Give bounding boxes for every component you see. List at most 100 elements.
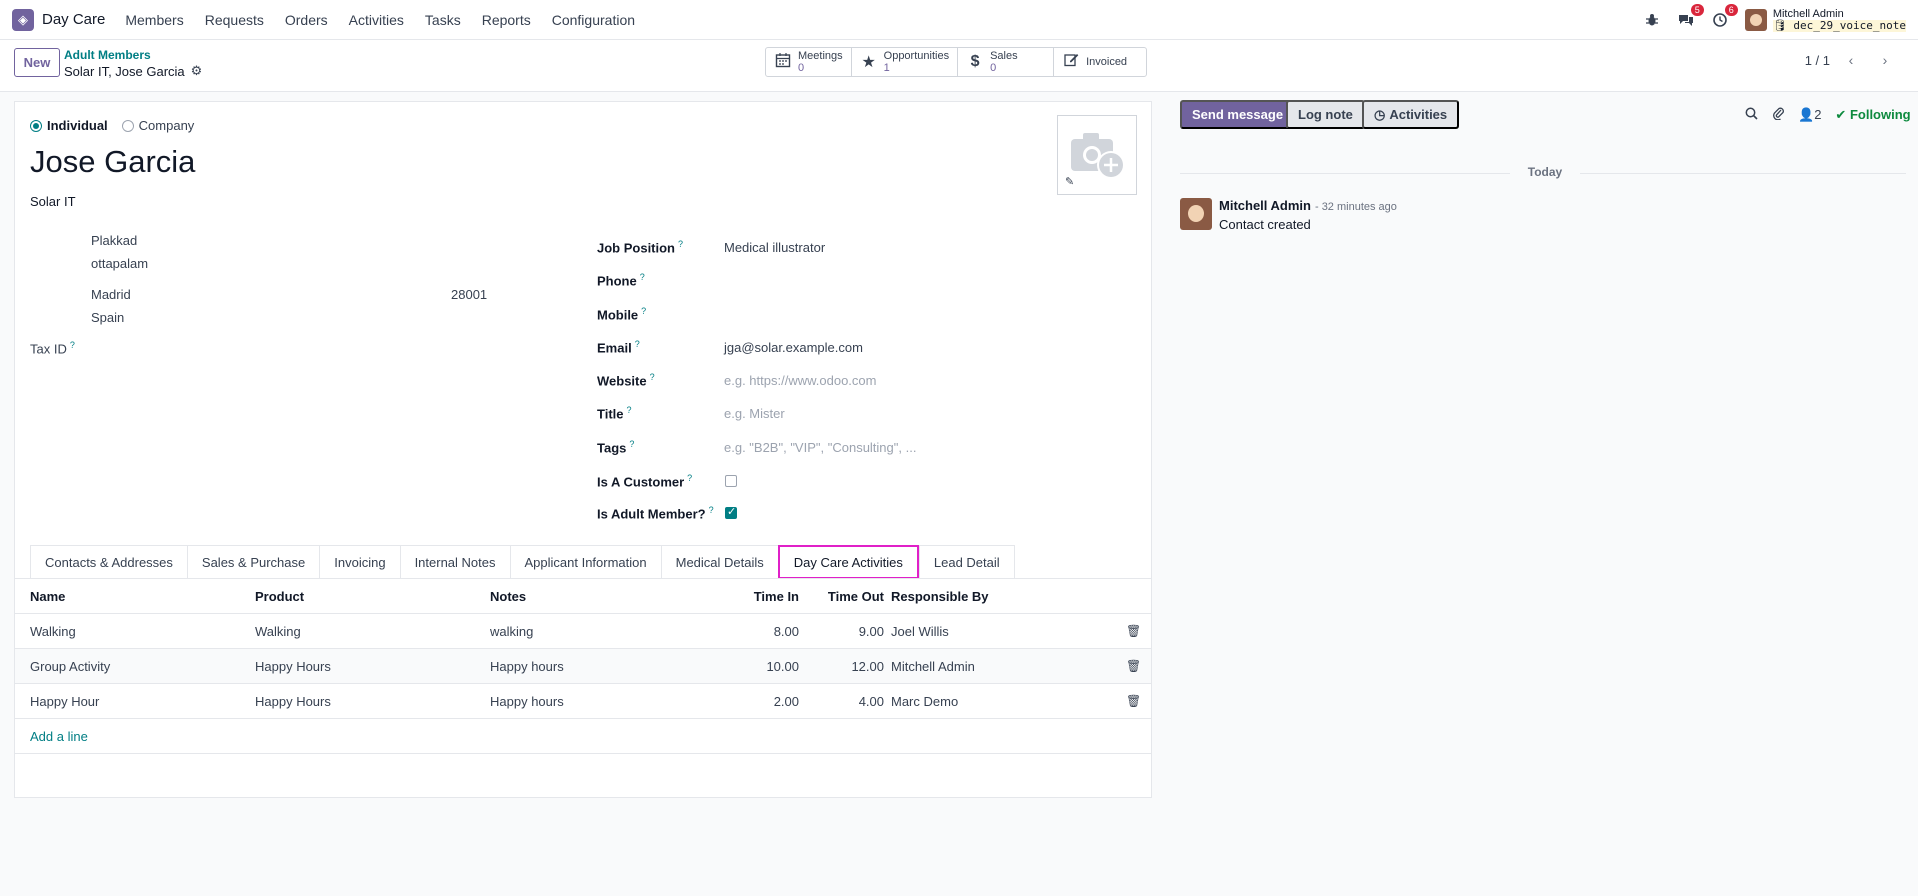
top-navbar: ◈ Day Care Members Requests Orders Activ…	[0, 0, 1918, 40]
table-row[interactable]: Happy Hour Happy Hours Happy hours 2.00 …	[15, 683, 1151, 718]
message-author: Mitchell Admin - 32 minutes ago	[1219, 198, 1397, 213]
column-responsible[interactable]: Responsible By	[891, 589, 989, 604]
user-menu[interactable]: Mitchell Admin 🛢 dec_29_voice_note	[1744, 8, 1906, 32]
check-icon: ✔	[1835, 106, 1847, 122]
table-row[interactable]: Group Activity Happy Hours Happy hours 1…	[15, 648, 1151, 683]
following-button[interactable]: ✔ Following	[1835, 107, 1910, 123]
bug-icon[interactable]	[1643, 11, 1661, 29]
mobile-field[interactable]	[724, 306, 1124, 322]
column-name[interactable]: Name	[30, 589, 65, 604]
radio-company[interactable]: Company	[121, 118, 194, 133]
company-field[interactable]: Solar IT	[30, 194, 76, 209]
phone-field[interactable]	[724, 272, 1124, 288]
job-position-field[interactable]: Medical illustrator	[724, 240, 825, 255]
tab-medical-details[interactable]: Medical Details	[660, 545, 778, 579]
paperclip-icon[interactable]	[1772, 106, 1784, 123]
trash-icon[interactable]: 🗑	[1126, 694, 1141, 708]
email-field[interactable]: jga@solar.example.com	[724, 340, 863, 355]
column-time-out[interactable]: Time Out	[805, 589, 884, 604]
followers-button[interactable]: 👤2	[1798, 107, 1821, 123]
table-row[interactable]: Walking Walking walking 8.00 9.00 Joel W…	[15, 613, 1151, 648]
avatar[interactable]	[1180, 198, 1212, 230]
clock-icon: ◷	[1374, 106, 1386, 122]
menu-requests[interactable]: Requests	[205, 12, 264, 28]
message-time: - 32 minutes ago	[1314, 201, 1397, 213]
menu-tasks[interactable]: Tasks	[425, 12, 461, 28]
log-note-button[interactable]: Log note	[1286, 100, 1365, 129]
city-field[interactable]: Madrid	[91, 287, 131, 302]
column-time-in[interactable]: Time In	[715, 589, 799, 604]
smart-buttons: Meetings 0 ★ Opportunities 1 $ Sales 0 I…	[765, 47, 1148, 77]
tab-sales-purchase[interactable]: Sales & Purchase	[186, 545, 320, 579]
activities-button[interactable]: ◷ Activities	[1362, 100, 1460, 129]
chat-badge: 5	[1690, 4, 1704, 16]
street2-field[interactable]: ottapalam	[91, 256, 148, 271]
new-button[interactable]: New	[14, 48, 60, 77]
pencil-icon[interactable]: ✎	[1065, 175, 1074, 188]
radio-checked-icon[interactable]	[30, 119, 42, 132]
column-notes[interactable]: Notes	[490, 589, 526, 604]
notebook-tabs: Contacts & Addresses Sales & Purchase In…	[30, 545, 1015, 579]
app-name[interactable]: Day Care	[42, 11, 105, 28]
chevron-left-icon[interactable]: ‹	[1838, 48, 1864, 72]
tax-id-label: Tax ID?	[30, 340, 75, 357]
sales-smart-button[interactable]: $ Sales 0	[958, 48, 1055, 76]
title-label: Title?	[597, 405, 632, 422]
menu-reports[interactable]: Reports	[482, 12, 531, 28]
menu-orders[interactable]: Orders	[285, 12, 328, 28]
column-product[interactable]: Product	[255, 589, 304, 604]
opportunities-smart-button[interactable]: ★ Opportunities 1	[852, 48, 959, 76]
avatar	[1744, 9, 1767, 31]
menu-members[interactable]: Members	[125, 12, 183, 28]
country-field[interactable]: Spain	[91, 310, 124, 325]
menu-configuration[interactable]: Configuration	[552, 12, 635, 28]
add-line-link[interactable]: Add a line	[30, 729, 88, 744]
trash-icon[interactable]: 🗑	[1126, 624, 1141, 638]
tab-day-care-activities[interactable]: Day Care Activities	[777, 545, 919, 579]
tags-label: Tags?	[597, 439, 635, 456]
breadcrumb-parent[interactable]: Adult Members	[64, 48, 151, 62]
tags-field[interactable]: e.g. "B2B", "VIP", "Consulting", ...	[724, 440, 916, 455]
tab-contacts-addresses[interactable]: Contacts & Addresses	[30, 545, 187, 579]
breadcrumb-current: Solar IT, Jose Garcia	[64, 63, 185, 79]
job-position-label: Job Position?	[597, 239, 684, 256]
meetings-smart-button[interactable]: Meetings 0	[766, 48, 852, 76]
trash-icon[interactable]: 🗑	[1126, 659, 1141, 673]
tab-applicant-information[interactable]: Applicant Information	[509, 545, 661, 579]
gear-icon[interactable]: ⚙	[191, 63, 203, 79]
is-customer-label: Is A Customer?	[597, 473, 693, 490]
clock-icon[interactable]: 6	[1711, 4, 1738, 29]
table-divider	[15, 753, 1151, 754]
image-upload[interactable]: ✎	[1057, 115, 1137, 195]
partner-name-field[interactable]: Jose Garcia	[30, 144, 195, 180]
title-field[interactable]: e.g. Mister	[724, 406, 785, 421]
edit-icon	[1062, 52, 1080, 72]
search-icon[interactable]	[1745, 107, 1758, 123]
radio-unchecked-icon[interactable]	[121, 119, 134, 132]
pager-value[interactable]: 1 / 1	[1805, 53, 1830, 68]
chevron-right-icon[interactable]: ›	[1872, 48, 1898, 72]
zip-field[interactable]: 28001	[451, 287, 487, 302]
menu-activities[interactable]: Activities	[349, 12, 404, 28]
send-message-button[interactable]: Send message	[1180, 100, 1296, 129]
invoiced-smart-button[interactable]: Invoiced	[1054, 48, 1146, 76]
website-field[interactable]: e.g. https://www.odoo.com	[724, 373, 876, 388]
tab-invoicing[interactable]: Invoicing	[319, 545, 400, 579]
star-icon: ★	[861, 54, 876, 71]
tab-internal-notes[interactable]: Internal Notes	[399, 545, 510, 579]
navbar-systray: 5 6 Mitchell Admin 🛢 dec_29_voice_note	[1643, 0, 1906, 40]
app-logo-icon[interactable]: ◈	[12, 8, 34, 31]
add-line-row: Add a line	[15, 718, 1151, 753]
is-customer-checkbox[interactable]	[725, 475, 737, 487]
calendar-icon	[774, 52, 792, 73]
date-separator: Today	[1180, 165, 1906, 181]
is-adult-member-checkbox[interactable]	[725, 505, 737, 519]
form-sheet: Individual Company Jose Garcia Solar IT …	[14, 101, 1152, 798]
dollar-icon: $	[970, 53, 980, 70]
tab-lead-detail[interactable]: Lead Detail	[918, 545, 1015, 579]
chat-icon[interactable]: 5	[1677, 4, 1704, 29]
camera-add-icon	[1071, 133, 1125, 179]
radio-individual[interactable]: Individual	[30, 118, 108, 133]
street-field[interactable]: Plakkad	[91, 233, 137, 248]
breadcrumb: Solar IT, Jose Garcia ⚙	[64, 63, 202, 79]
